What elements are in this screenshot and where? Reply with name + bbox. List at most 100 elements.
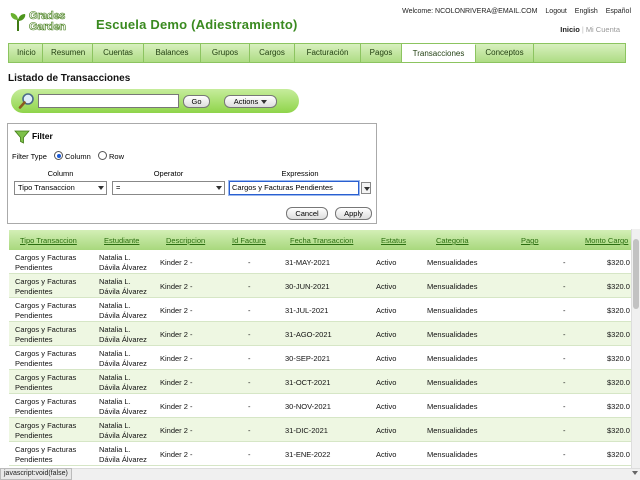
tab-pagos[interactable]: Pagos [361, 44, 402, 62]
cell-categoria-line: Mensualidades [427, 306, 478, 315]
cell-descripcion: Kinder 2 - [160, 402, 193, 412]
header-categoria[interactable]: Categoria [436, 236, 469, 245]
table-row[interactable]: Cargos y Facturas Pendientes Natalia L. Dáv… [9, 418, 631, 442]
logout-link[interactable]: Logout [545, 8, 566, 15]
tab-conceptos[interactable]: Conceptos [476, 44, 534, 62]
tab-inicio[interactable]: Inicio [9, 44, 43, 62]
table-row[interactable]: Cargos y Facturas Pendientes Natalia L. Dáv… [9, 298, 631, 322]
cell-pago-line: - [563, 450, 566, 459]
cell-estatus-line: Activo [376, 378, 397, 387]
horizontal-scrollbar[interactable] [0, 468, 640, 480]
cell-tipo-transaccion-line: Pendientes [15, 454, 53, 464]
tab-facturacion[interactable]: Facturación [295, 44, 361, 62]
cell-monto-cargo: $320.0 [607, 402, 630, 412]
table-row[interactable]: Cargos y Facturas Pendientes Natalia L. Dáv… [9, 346, 631, 370]
cell-descripcion-line: Kinder 2 - [160, 450, 193, 459]
tab-grupos[interactable]: Grupos [201, 44, 250, 62]
table-row[interactable]: Cargos y Facturas Pendientes Natalia L. Dáv… [9, 322, 631, 346]
tab-cargos[interactable]: Cargos [250, 44, 295, 62]
tab-balances[interactable]: Balances [144, 44, 201, 62]
english-link[interactable]: English [575, 8, 598, 15]
grades-garden-logo[interactable]: Grades Garden [9, 10, 89, 35]
cell-id-factura-line: - [248, 282, 251, 291]
actions-menu-button[interactable]: Actions [224, 95, 277, 108]
cell-id-factura-line: - [248, 378, 251, 387]
cell-descripcion-line: Kinder 2 - [160, 282, 193, 291]
cell-tipo-transaccion: Cargos y Facturas Pendientes [15, 277, 76, 296]
cell-monto-cargo: $320.0 [607, 258, 630, 268]
filter-panel: Filter Filter Type Column Row Column Ope… [7, 123, 377, 224]
radio-row[interactable] [98, 151, 107, 160]
cell-categoria-line: Mensualidades [427, 450, 478, 459]
tab-transacciones[interactable]: Transacciones [402, 44, 476, 62]
cell-estudiante: Natalia L. Dávila Álvarez [99, 421, 147, 440]
header-tipo-transaccion[interactable]: Tipo Transaccion [20, 236, 77, 245]
table-row[interactable]: Cargos y Facturas Pendientes Natalia L. Dáv… [9, 250, 631, 274]
main-nav: Inicio Resumen Cuentas Balances Grupos C… [8, 43, 626, 63]
cell-monto-cargo: $320.0 [607, 306, 630, 316]
filter-title: Filter [32, 131, 53, 141]
inicio-link[interactable]: Inicio [560, 25, 580, 34]
cell-pago-line: - [563, 330, 566, 339]
cell-estudiante-line: Dávila Álvarez [99, 430, 147, 440]
cell-estudiante-line: Natalia L. [99, 421, 131, 430]
cell-fecha-transaccion: 31-MAY-2021 [285, 258, 330, 268]
cell-descripcion-line: Kinder 2 - [160, 354, 193, 363]
cell-tipo-transaccion: Cargos y Facturas Pendientes [15, 445, 76, 464]
link-divider: | [581, 25, 584, 34]
header-estatus[interactable]: Estatus [381, 236, 406, 245]
cell-fecha-transaccion-line: 30-JUN-2021 [285, 282, 330, 291]
cell-descripcion: Kinder 2 - [160, 282, 193, 292]
logo-mark-icon [10, 13, 26, 31]
cell-descripcion: Kinder 2 - [160, 330, 193, 340]
actions-label: Actions [233, 97, 259, 106]
table-row[interactable]: Cargos y Facturas Pendientes Natalia L. Dáv… [9, 442, 631, 466]
cell-descripcion: Kinder 2 - [160, 450, 193, 460]
cell-estatus-line: Activo [376, 282, 397, 291]
cell-id-factura: - [248, 402, 251, 412]
cell-estatus-line: Activo [376, 402, 397, 411]
cell-categoria: Mensualidades [427, 258, 477, 268]
cell-pago: - [563, 378, 566, 388]
table-row[interactable]: Cargos y Facturas Pendientes Natalia L. Dáv… [9, 370, 631, 394]
cell-pago-line: - [563, 378, 566, 387]
column-select[interactable]: Tipo Transaccion [14, 181, 107, 195]
cell-monto-cargo-line: $320.0 [607, 330, 630, 339]
vertical-scrollbar[interactable] [631, 229, 640, 468]
header-descripcion[interactable]: Descripcion [166, 236, 205, 245]
cell-estudiante-line: Natalia L. [99, 397, 131, 406]
cell-fecha-transaccion: 30-NOV-2021 [285, 402, 331, 412]
header-pago[interactable]: Pago [521, 236, 539, 245]
cell-tipo-transaccion: Cargos y Facturas Pendientes [15, 421, 76, 440]
operator-select[interactable]: = [112, 181, 225, 195]
cell-descripcion: Kinder 2 - [160, 378, 193, 388]
logo-word-garden: Garden [29, 21, 67, 33]
go-button[interactable]: Go [183, 95, 210, 108]
table-row[interactable]: Cargos y Facturas Pendientes Natalia L. Dáv… [9, 394, 631, 418]
chevron-down-icon [98, 186, 104, 190]
scroll-down-arrow-icon[interactable] [632, 471, 638, 475]
spanish-link[interactable]: Español [606, 8, 631, 15]
tab-resumen[interactable]: Resumen [43, 44, 93, 62]
table-row[interactable]: Cargos y Facturas Pendientes Natalia L. Dáv… [9, 274, 631, 298]
funnel-icon [14, 130, 30, 144]
tab-cuentas[interactable]: Cuentas [93, 44, 144, 62]
apply-button[interactable]: Apply [335, 207, 372, 220]
cancel-button[interactable]: Cancel [286, 207, 328, 220]
search-input[interactable] [38, 94, 179, 108]
scrollbar-thumb[interactable] [633, 239, 639, 309]
header-id-factura[interactable]: Id Factura [232, 236, 266, 245]
cell-estatus: Activo [376, 402, 396, 412]
cell-tipo-transaccion-line: Pendientes [15, 406, 53, 416]
cell-fecha-transaccion: 30-JUN-2021 [285, 282, 330, 292]
mi-cuenta-link[interactable]: Mi Cuenta [586, 25, 620, 34]
expression-dropdown-button[interactable] [361, 182, 371, 194]
header-estudiante[interactable]: Estudiante [104, 236, 139, 245]
header-fecha-transaccion[interactable]: Fecha Transaccion [290, 236, 353, 245]
cell-tipo-transaccion: Cargos y Facturas Pendientes [15, 253, 76, 272]
radio-column[interactable] [54, 151, 63, 160]
magnifier-icon [18, 93, 34, 109]
cell-estatus: Activo [376, 306, 396, 316]
expression-input[interactable]: Cargos y Facturas Pendientes [229, 181, 359, 195]
header-monto-cargo[interactable]: Monto Cargo [585, 236, 628, 245]
